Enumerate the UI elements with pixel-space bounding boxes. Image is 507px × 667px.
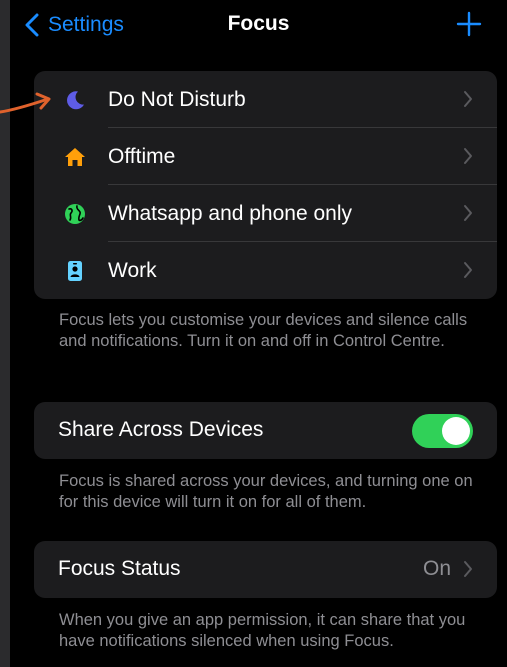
chevron-right-icon	[464, 561, 472, 577]
share-across-devices-row: Share Across Devices	[34, 402, 497, 459]
status-description: When you give an app permission, it can …	[59, 611, 466, 650]
add-focus-button[interactable]	[456, 11, 482, 37]
focus-status-value: On	[422, 557, 451, 580]
focus-mode-offtime[interactable]: Offtime	[34, 128, 497, 185]
share-across-devices-toggle[interactable]	[412, 414, 473, 448]
focus-mode-whatsapp-and-phone-only[interactable]: Whatsapp and phone only	[34, 185, 497, 242]
chevron-right-icon	[464, 262, 472, 278]
focus-mode-label: Offtime	[108, 144, 176, 168]
focus-mode-label: Do Not Disturb	[108, 87, 246, 111]
focus-description: Focus lets you customise your devices an…	[59, 311, 468, 350]
chevron-right-icon	[464, 148, 472, 164]
focus-settings-screen: Settings Focus Do Not Disturb Offtime Wh…	[10, 0, 507, 667]
focus-modes-list: Do Not Disturb Offtime Whatsapp and phon…	[34, 71, 497, 299]
focus-status-group: Focus Status On	[34, 541, 497, 598]
chevron-right-icon	[464, 91, 472, 107]
share-description: Focus is shared across your devices, and…	[59, 472, 473, 511]
moon-icon	[62, 87, 88, 113]
chevron-right-icon	[464, 205, 472, 221]
share-across-devices-group: Share Across Devices	[34, 402, 497, 459]
focus-mode-work[interactable]: Work	[34, 242, 497, 299]
globe-icon	[62, 201, 88, 227]
focus-mode-do-not-disturb[interactable]: Do Not Disturb	[34, 71, 497, 128]
share-across-devices-label: Share Across Devices	[58, 418, 264, 441]
focus-mode-label: Work	[108, 258, 157, 282]
annotation-arrow-icon	[0, 92, 51, 114]
toggle-knob	[442, 417, 470, 445]
id-badge-icon	[62, 258, 88, 284]
focus-mode-label: Whatsapp and phone only	[108, 201, 353, 225]
page-title: Focus	[227, 12, 290, 35]
focus-status-label: Focus Status	[58, 557, 181, 580]
focus-status-row[interactable]: Focus Status On	[34, 541, 497, 598]
navigation-bar: Settings Focus	[10, 0, 507, 52]
house-icon	[62, 144, 88, 170]
